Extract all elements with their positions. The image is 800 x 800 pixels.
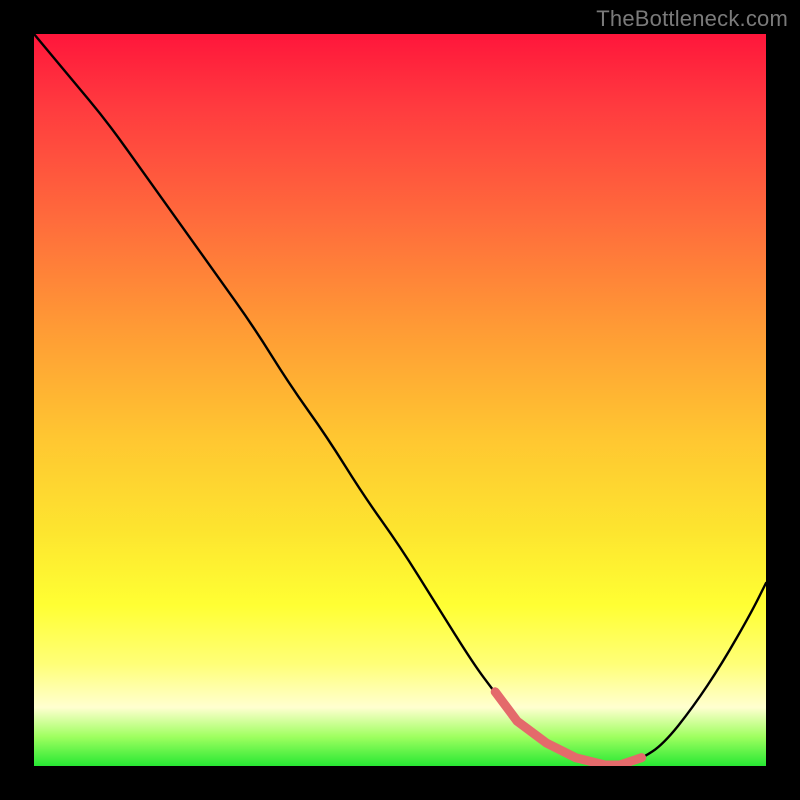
chart-frame: TheBottleneck.com [0, 0, 800, 800]
bottleneck-curve-path [34, 34, 766, 766]
chart-plot-area [34, 34, 766, 766]
bottleneck-chart-svg [34, 34, 766, 766]
flat-region-marker [495, 692, 641, 765]
watermark-text: TheBottleneck.com [596, 6, 788, 32]
